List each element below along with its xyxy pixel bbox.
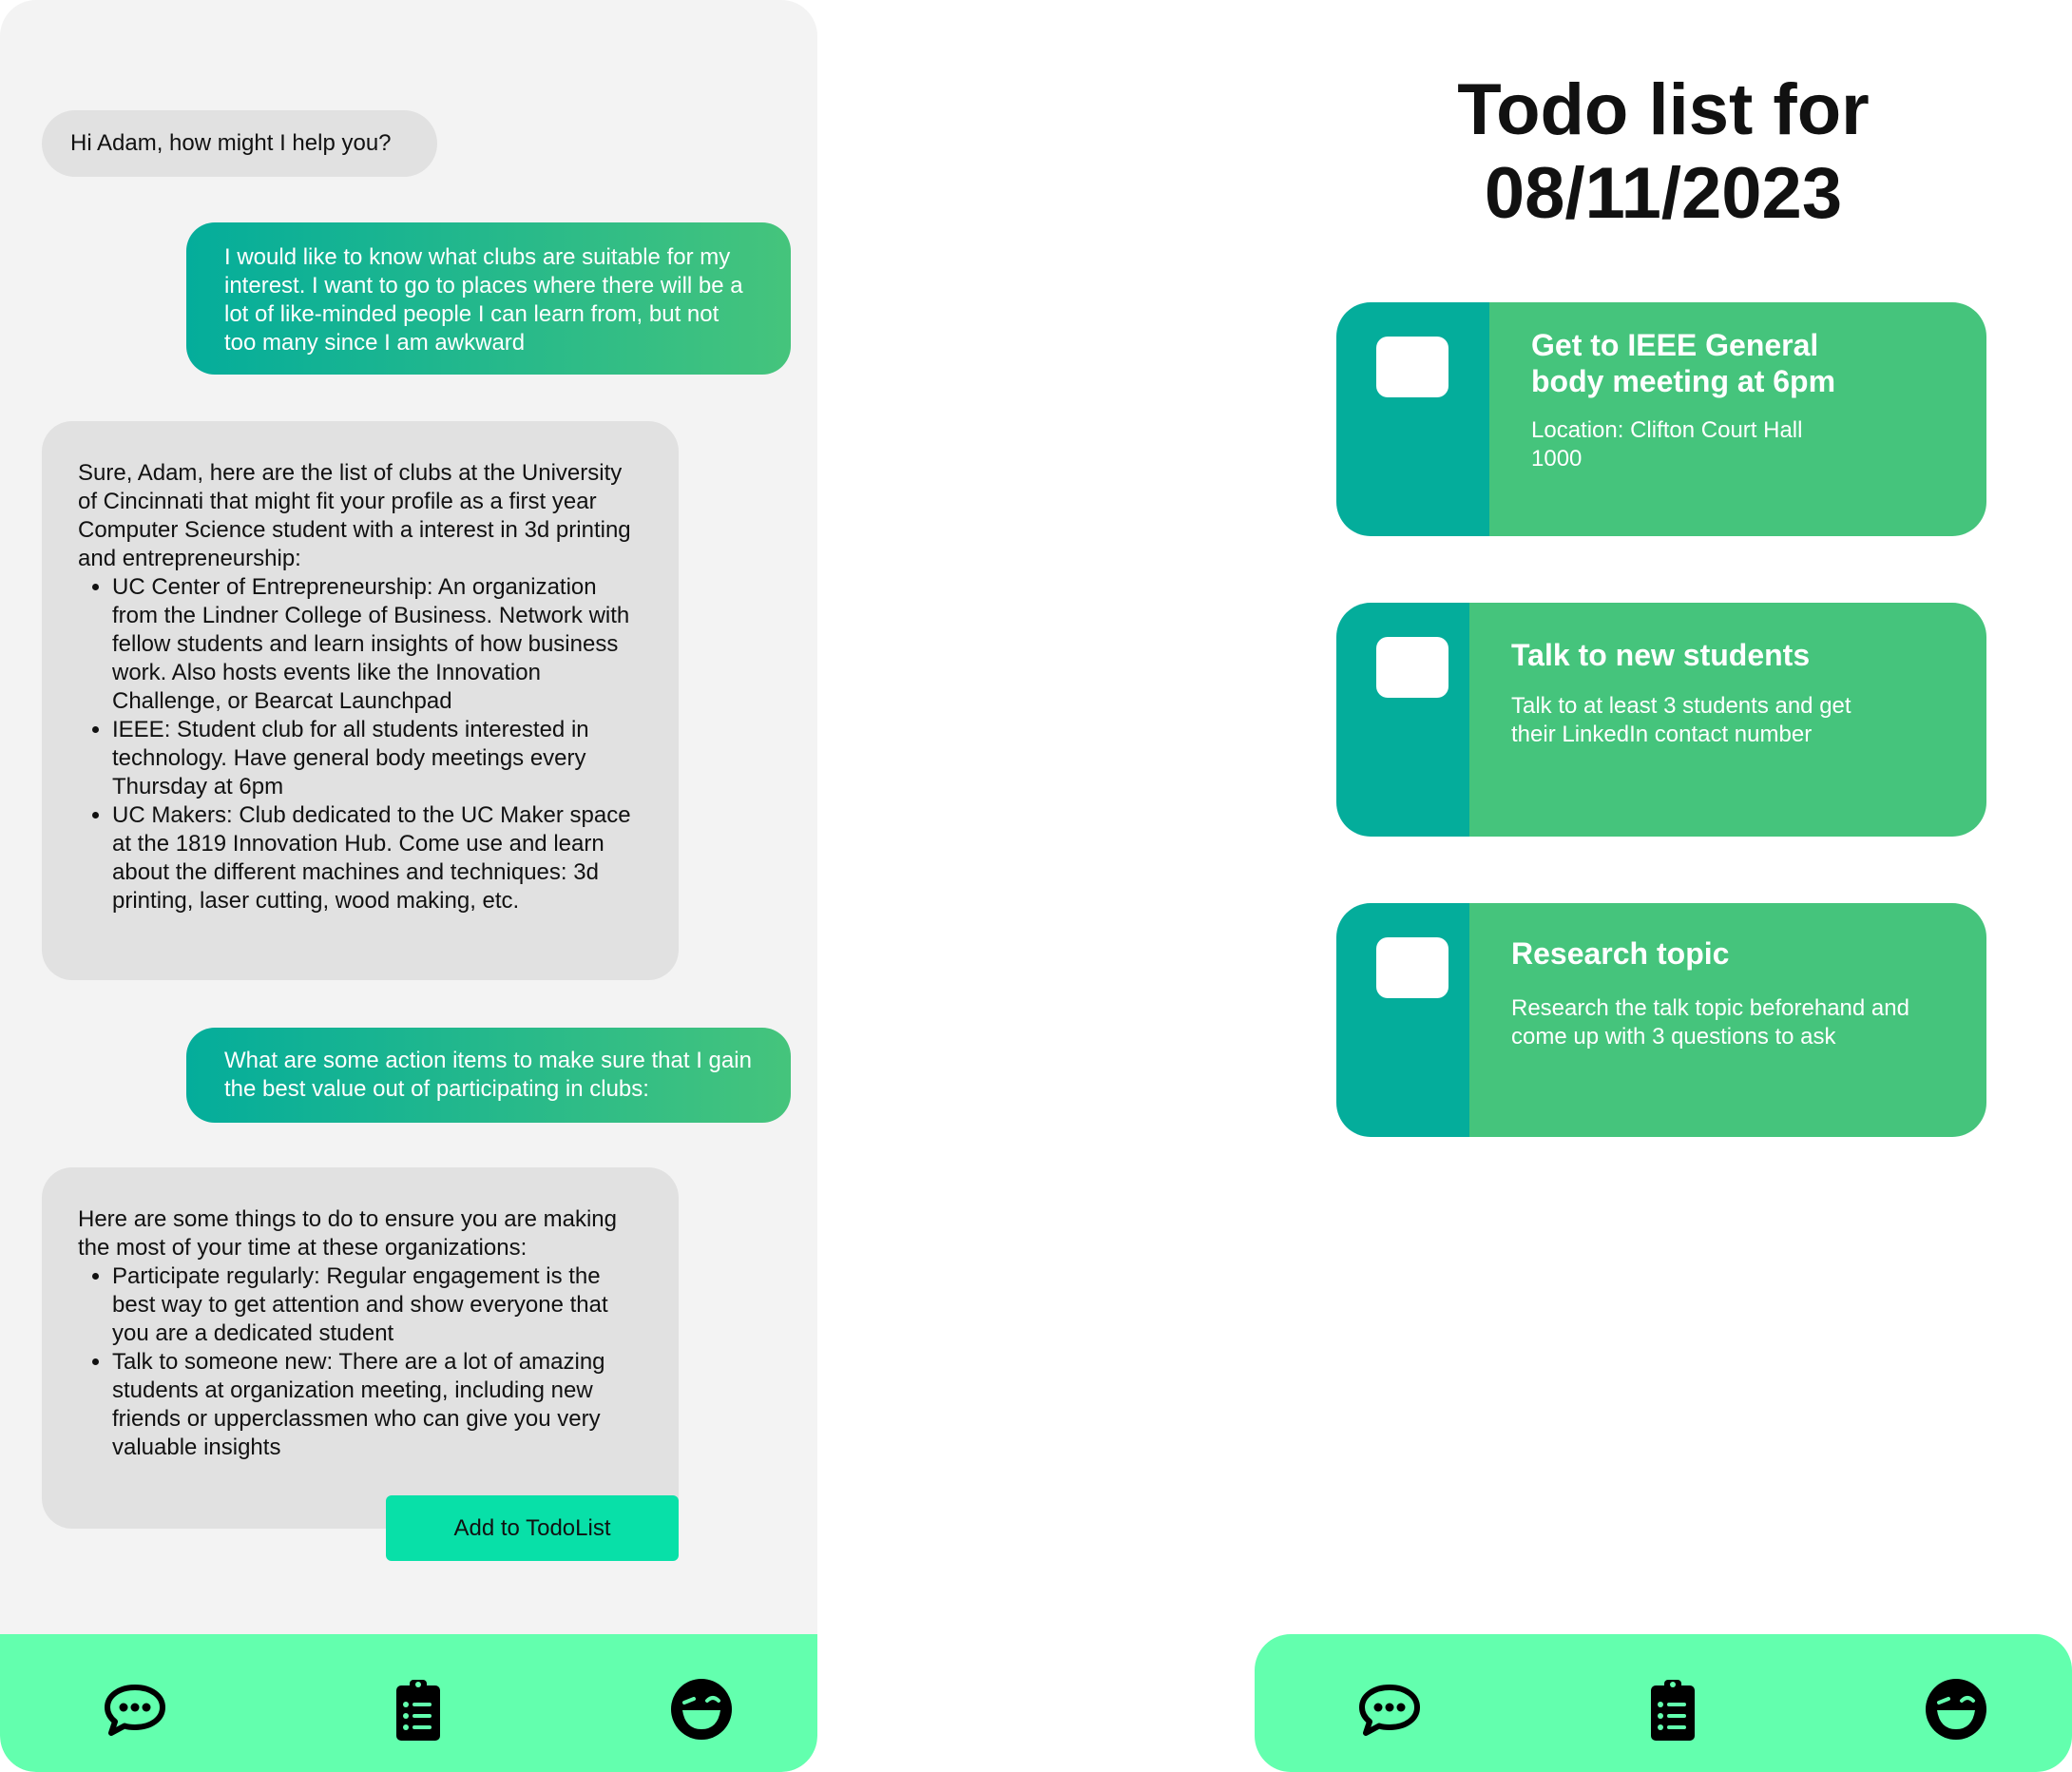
todo-body: Research topic Research the talk topic b… (1469, 903, 1986, 1137)
todo-body: Get to IEEE General body meeting at 6pm … (1489, 302, 1986, 536)
todo-title: Research topic (1511, 936, 1730, 971)
user-message: What are some action items to make sure … (186, 1028, 791, 1123)
chat-bubble-icon[interactable] (1356, 1676, 1423, 1743)
todo-body: Talk to new students Talk to at least 3 … (1469, 603, 1986, 837)
todo-checkbox[interactable] (1376, 337, 1448, 397)
chat-bubble-icon[interactable] (102, 1676, 168, 1743)
bot-message: Here are some things to do to ensure you… (42, 1167, 679, 1529)
message-text: I would like to know what clubs are suit… (224, 244, 743, 356)
user-message: I would like to know what clubs are suit… (186, 222, 791, 375)
club-list: UC Center of Entrepreneurship: An organi… (78, 573, 643, 915)
title-line: Todo list for (1457, 69, 1870, 150)
page-title: Todo list for 08/11/2023 (1274, 68, 2053, 236)
clipboard-list-icon[interactable] (385, 1676, 451, 1743)
checkbox-column (1336, 903, 1469, 1137)
add-to-todolist-button[interactable]: Add to TodoList (386, 1495, 679, 1561)
todo-card: Research topic Research the talk topic b… (1336, 903, 1986, 1137)
todo-description: Research the talk topic beforehand and c… (1511, 995, 1909, 1050)
message-text: What are some action items to make sure … (224, 1048, 752, 1102)
list-item: UC Center of Entrepreneurship: An organi… (112, 573, 643, 716)
title-date: 08/11/2023 (1484, 153, 1843, 234)
winking-face-icon[interactable] (1923, 1676, 1989, 1743)
chat-screen: Hi Adam, how might I help you? I would l… (0, 0, 817, 1772)
list-item: Talk to someone new: There are a lot of … (112, 1348, 643, 1462)
bot-message: Sure, Adam, here are the list of clubs a… (42, 421, 679, 980)
todo-card: Get to IEEE General body meeting at 6pm … (1336, 302, 1986, 536)
winking-face-icon[interactable] (668, 1676, 735, 1743)
list-item: IEEE: Student club for all students inte… (112, 716, 643, 801)
todo-description: Talk to at least 3 students and get thei… (1511, 693, 1851, 747)
message-intro: Here are some things to do to ensure you… (78, 1206, 617, 1261)
todo-checkbox[interactable] (1376, 937, 1448, 998)
todo-title: Talk to new students (1511, 638, 1811, 672)
checkbox-column (1336, 302, 1489, 536)
todo-card: Talk to new students Talk to at least 3 … (1336, 603, 1986, 837)
bot-message: Hi Adam, how might I help you? (42, 110, 437, 177)
list-item: Participate regularly: Regular engagemen… (112, 1262, 643, 1348)
message-text: Hi Adam, how might I help you? (70, 130, 392, 156)
todo-title: Get to IEEE General body meeting at 6pm (1531, 328, 1836, 398)
todo-checkbox[interactable] (1376, 637, 1448, 698)
action-list: Participate regularly: Regular engagemen… (78, 1262, 643, 1462)
todo-description: Location: Clifton Court Hall 1000 (1531, 417, 1803, 472)
bottom-nav (0, 1634, 817, 1772)
list-item: UC Makers: Club dedicated to the UC Make… (112, 801, 643, 915)
clipboard-list-icon[interactable] (1640, 1676, 1706, 1743)
message-intro: Sure, Adam, here are the list of clubs a… (78, 460, 631, 571)
checkbox-column (1336, 603, 1469, 837)
bottom-nav (1255, 1634, 2072, 1772)
